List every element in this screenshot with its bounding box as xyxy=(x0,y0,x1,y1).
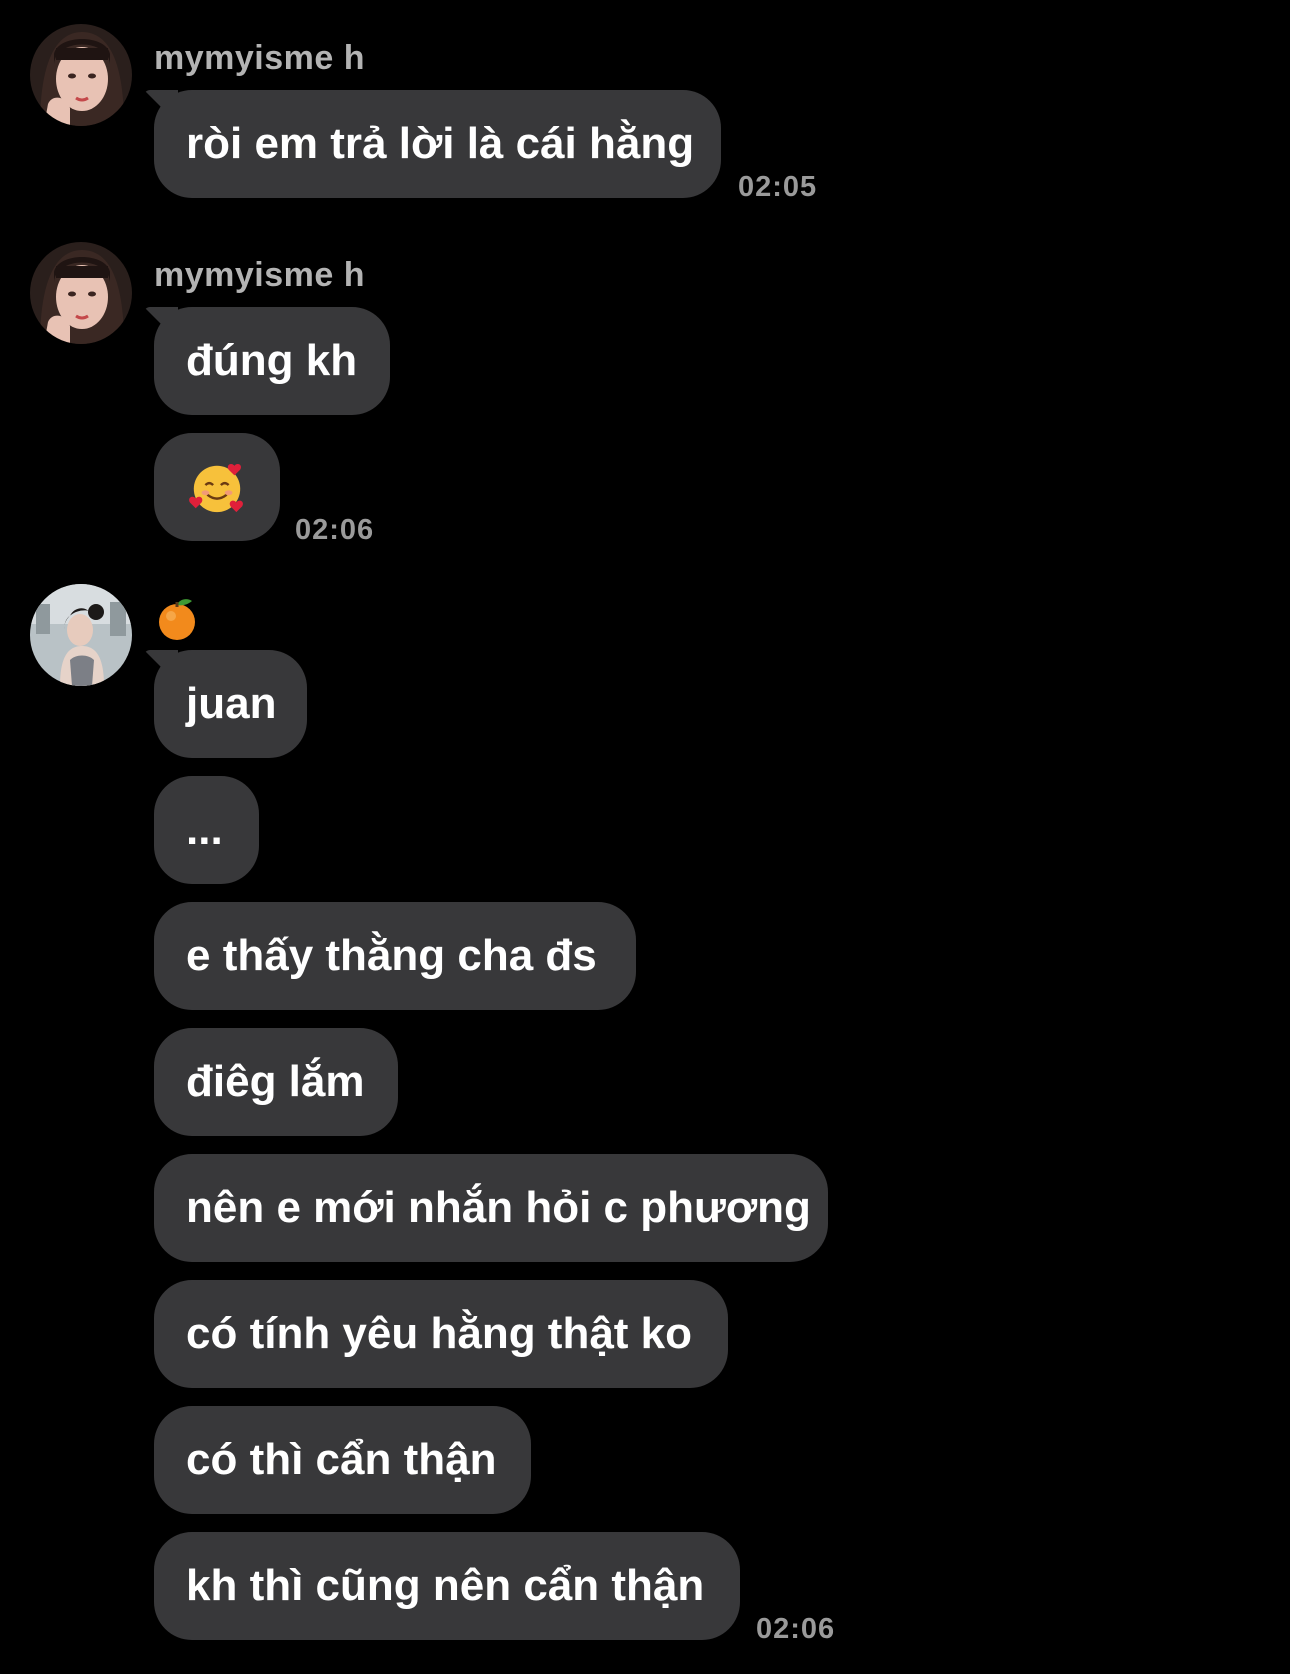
message-text: e thấy thằng cha đs xyxy=(186,931,597,980)
avatar-photo xyxy=(30,24,132,126)
message-text: ròi em trả lời là cái hằng xyxy=(186,119,695,168)
avatar-photo xyxy=(30,242,132,344)
message-bubble[interactable]: juan xyxy=(154,650,307,758)
message-bubble[interactable]: điêg lắm xyxy=(154,1028,398,1136)
message-bubble[interactable]: đúng kh xyxy=(154,307,390,415)
message-text: có tính yêu hằng thật ko xyxy=(186,1309,693,1358)
tangerine-icon xyxy=(159,599,195,640)
smiling-face-with-hearts-icon xyxy=(189,463,243,513)
message-bubble[interactable]: có thì cẩn thận xyxy=(154,1406,531,1514)
timestamp: 02:06 xyxy=(295,514,375,546)
avatar-photo xyxy=(30,584,132,686)
message-text: đúng kh xyxy=(186,336,358,385)
avatar-mymyismeh[interactable] xyxy=(30,242,132,344)
message-bubble[interactable]: ròi em trả lời là cái hằng xyxy=(154,90,721,198)
timestamp: 02:05 xyxy=(738,171,818,203)
sender-name: mymyisme h xyxy=(154,256,365,294)
message-text: juan xyxy=(186,679,277,728)
sender-name: mymyisme h xyxy=(154,39,365,77)
avatar-mymyismeh[interactable] xyxy=(30,24,132,126)
message-text: nên e mới nhắn hỏi c phương xyxy=(186,1183,811,1232)
message-text: điêg lắm xyxy=(186,1057,365,1106)
message-bubble[interactable]: e thấy thằng cha đs xyxy=(154,902,636,1010)
message-bubble[interactable]: kh thì cũng nên cẩn thận xyxy=(154,1532,740,1640)
message-bubble[interactable]: ... xyxy=(154,776,259,884)
message-bubble[interactable]: nên e mới nhắn hỏi c phương xyxy=(154,1154,828,1262)
avatar-contact[interactable] xyxy=(30,584,132,686)
timestamp: 02:06 xyxy=(756,1613,836,1645)
sender-name-tangerine xyxy=(156,596,198,642)
message-text: kh thì cũng nên cẩn thận xyxy=(186,1561,705,1610)
message-text: có thì cẩn thận xyxy=(186,1435,497,1484)
message-bubble[interactable]: có tính yêu hằng thật ko xyxy=(154,1280,728,1388)
emoji-message-bubble[interactable] xyxy=(154,433,280,541)
message-text: ... xyxy=(186,805,223,854)
